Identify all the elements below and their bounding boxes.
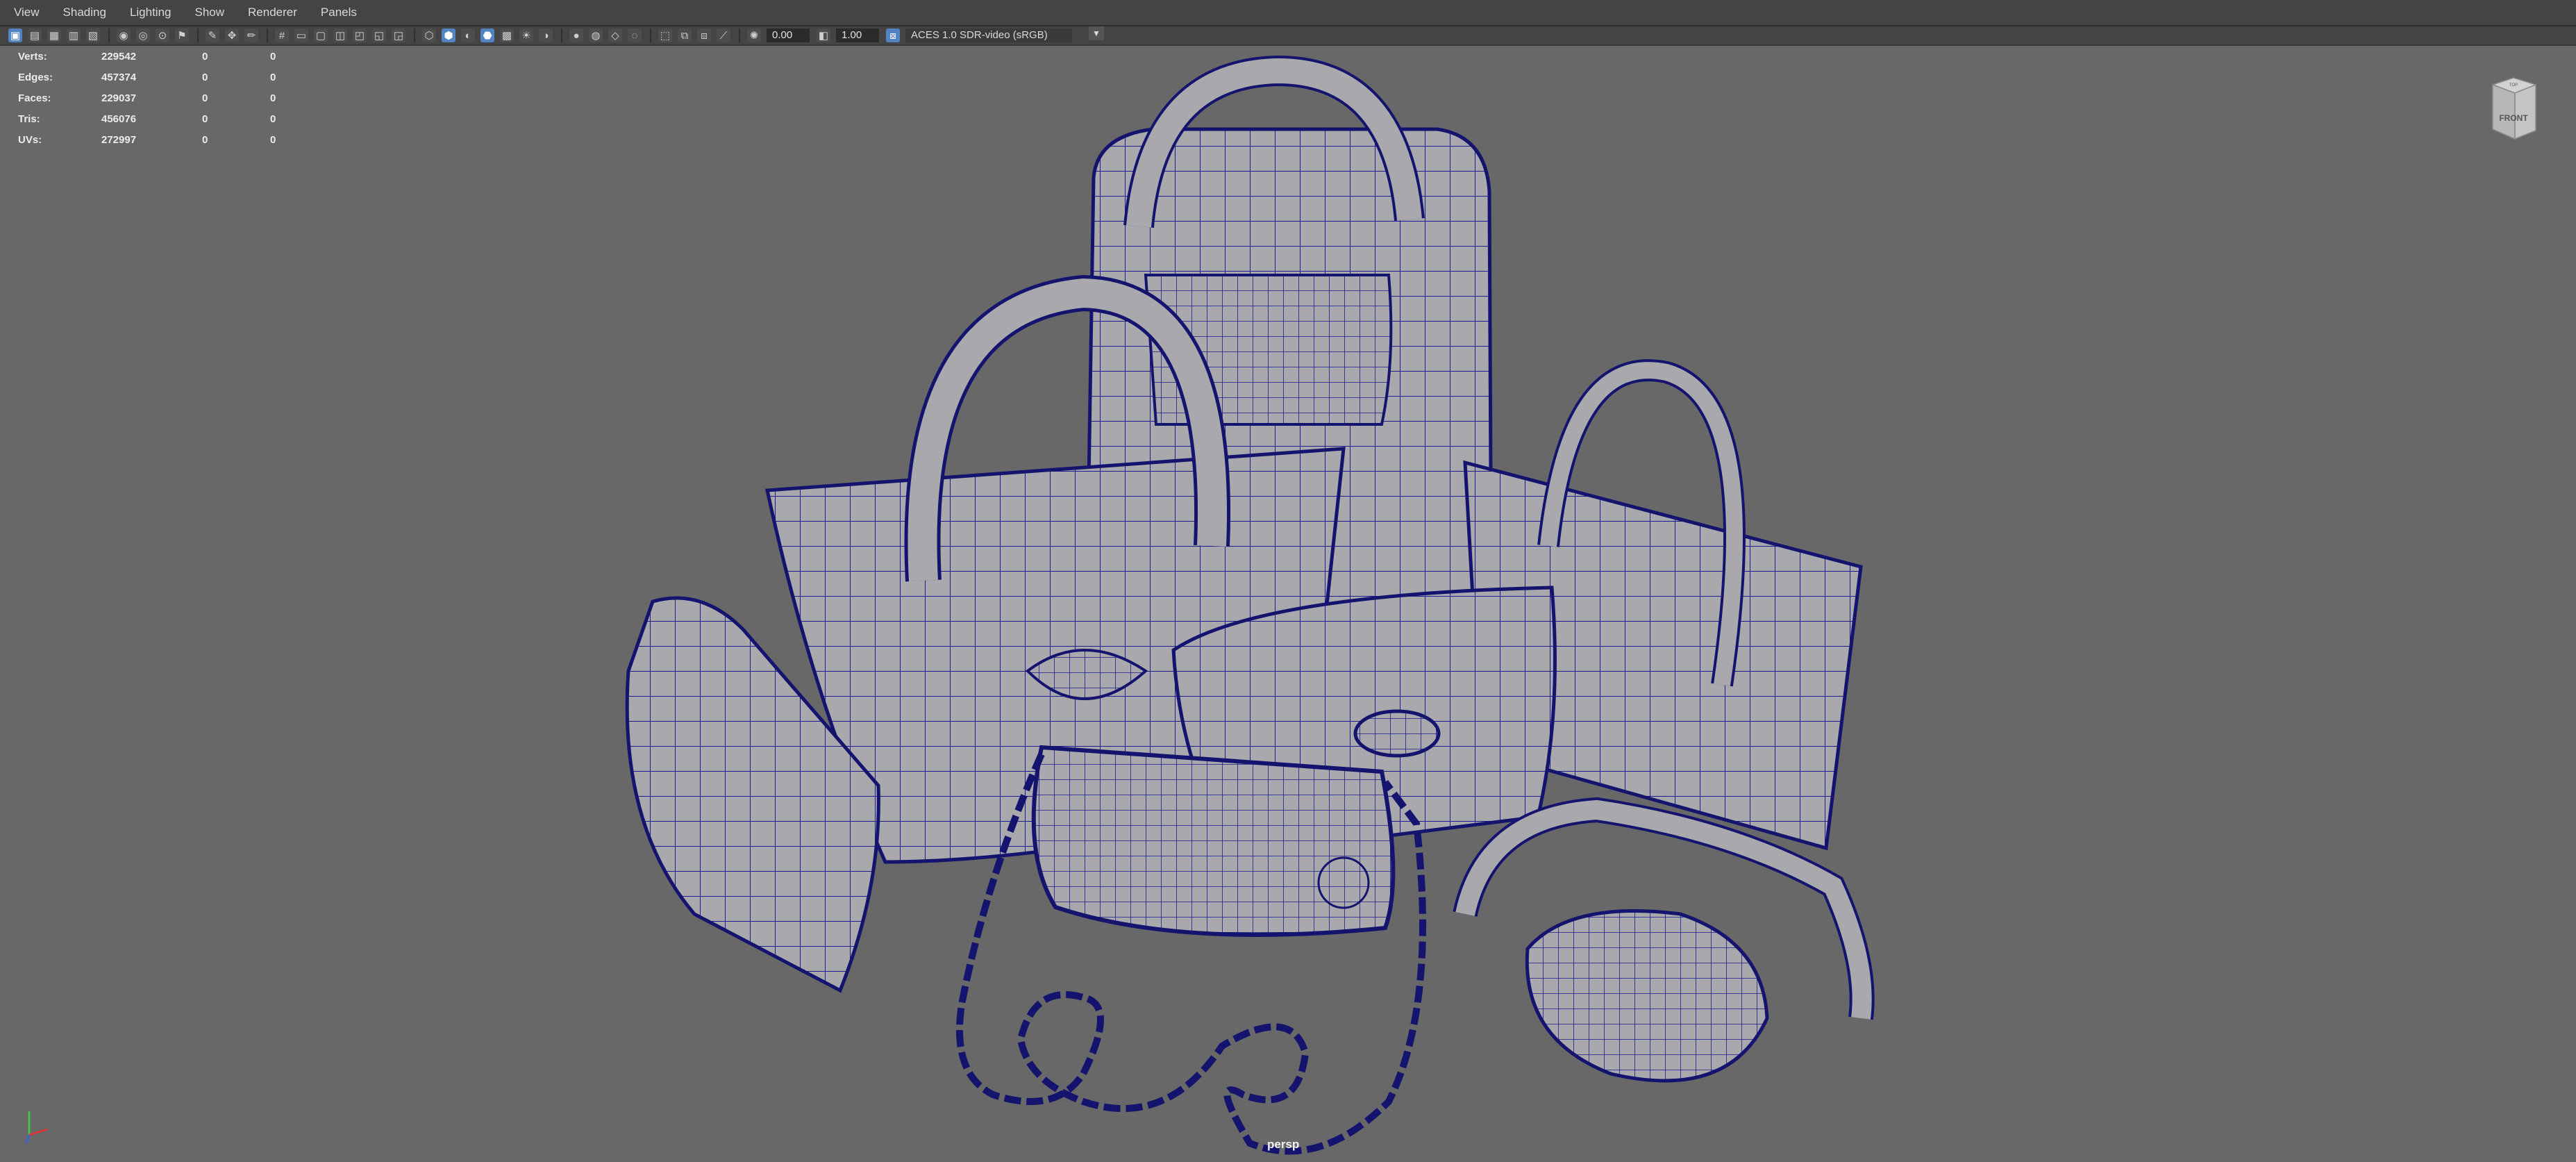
lights-icon[interactable]: ☀ [519,28,533,42]
resolution-gate-icon[interactable]: ▢ [314,28,328,42]
wireframe-icon[interactable]: ⬡ [422,28,436,42]
view-cube[interactable]: TOP FRONT [2486,75,2541,142]
camera-icon[interactable]: ◉ [117,28,131,42]
panel-toolbar: ▣ ▤ ▦ ▥ ▧ ◉ ◎ ⊙ ⚑ ✎ ✥ ✏ # ▭ ▢ ◫ ◰ ◱ ◲ ⬡ … [0,26,2576,46]
menu-lighting[interactable]: Lighting [130,6,172,19]
hud-value: 272997 [101,133,137,146]
hud-value: 0 [202,71,208,83]
bookmarks-icon[interactable]: ▥ [67,28,81,42]
hud-value: 0 [270,113,276,125]
smooth-shade-icon[interactable]: ⬢ [442,28,455,42]
toolbar-divider [267,28,268,42]
hud-row-tris: Tris: 456076 0 0 [18,108,298,129]
hud-value: 229542 [101,50,137,63]
bookmark-icon[interactable]: ⚑ [175,28,189,42]
hud-value: 229037 [101,92,137,104]
scene-geometry [625,55,1875,1155]
hud-value: 0 [202,133,208,146]
toolbar-divider [108,28,110,42]
camera-attributes-icon[interactable]: ▦ [47,28,61,42]
hud-row-verts: Verts: 229542 0 0 [18,46,298,67]
toolbar-divider [197,28,199,42]
select-camera-icon[interactable]: ▣ [8,28,22,42]
hud-value: 457374 [101,71,137,83]
grid-icon[interactable]: # [275,28,289,42]
hud-label: Verts: [18,50,47,63]
menu-show[interactable]: Show [195,6,225,19]
multisample-aa-icon[interactable]: ◇ [608,28,622,42]
hud-label: Edges: [18,71,53,83]
toolbar-divider [414,28,415,42]
menu-renderer[interactable]: Renderer [248,6,297,19]
gamma-field[interactable]: 1.00 [836,28,879,42]
screen-space-ao-icon[interactable]: ● [569,28,583,42]
view-cube-front-label: FRONT [2499,113,2528,123]
exposure-field[interactable]: 0.00 [767,28,810,42]
tumble-camera-icon[interactable]: ⊙ [156,28,169,42]
gamma-icon[interactable]: ◧ [817,28,830,42]
image-plane-icon[interactable]: ▧ [86,28,100,42]
gate-mask-icon[interactable]: ◫ [333,28,347,42]
camera-name-label: persp [1267,1138,1300,1151]
chevron-down-icon[interactable]: ▼ [1089,26,1104,40]
safe-action-icon[interactable]: ◱ [372,28,386,42]
hud-value: 0 [270,133,276,146]
view-cube-front-face[interactable] [2514,83,2536,140]
motion-blur-icon[interactable]: ◍ [589,28,603,42]
z-axis-icon [25,1134,31,1144]
menu-shading[interactable]: Shading [63,6,106,19]
textured-icon[interactable]: ▩ [500,28,514,42]
toolbar-divider [561,28,562,42]
hud-value: 456076 [101,113,137,125]
view-transform-dropdown[interactable]: ACES 1.0 SDR-video (sRGB) [905,28,1072,42]
toolbar-divider [650,28,651,42]
xray-icon[interactable]: ⧉ [678,28,692,42]
hud-value: 0 [202,92,208,104]
isolate-select-icon[interactable]: ⬚ [658,28,672,42]
xray-active-components-icon[interactable]: ⧈ [697,28,711,42]
hud-value: 0 [202,50,208,63]
2d-pan-zoom-icon[interactable]: ✥ [225,28,239,42]
poly-count-hud: Verts: 229542 0 0 Edges: 457374 0 0 Face… [18,46,298,150]
field-chart-icon[interactable]: ◰ [353,28,367,42]
axis-gizmo [25,1111,48,1144]
hud-row-faces: Faces: 229037 0 0 [18,88,298,108]
grease-pencil-icon[interactable]: ✎ [206,28,219,42]
toolbar-divider [739,28,740,42]
film-gate-icon[interactable]: ▭ [294,28,308,42]
pencil-icon[interactable]: ✏ [244,28,258,42]
hud-label: UVs: [18,133,42,146]
safe-title-icon[interactable]: ◲ [392,28,405,42]
film-camera-icon[interactable]: ◎ [136,28,150,42]
x-axis-icon [28,1128,48,1136]
hud-value: 0 [270,50,276,63]
depth-of-field-icon[interactable]: ◌ [628,28,642,42]
hud-value: 0 [270,71,276,83]
xray-joints-icon[interactable]: ⟋ [717,28,730,42]
hud-label: Tris: [18,113,40,125]
view-transform-label: ACES 1.0 SDR-video (sRGB) [911,29,1048,41]
view-cube-left-face[interactable] [2492,83,2516,140]
menu-view[interactable]: View [14,6,40,19]
exposure-icon[interactable]: ✺ [747,28,761,42]
hud-value: 0 [270,92,276,104]
view-transform-icon[interactable]: ⧇ [886,28,900,42]
wireframe-on-shaded-icon[interactable]: ⬣ [480,28,494,42]
hud-row-uvs: UVs: 272997 0 0 [18,129,298,150]
menu-panels[interactable]: Panels [321,6,357,19]
hud-label: Faces: [18,92,51,104]
lock-camera-icon[interactable]: ▤ [28,28,42,42]
view-cube-top-label: TOP [2509,83,2518,88]
shadows-icon[interactable]: ◑ [539,28,553,42]
viewport-menu-bar: View Shading Lighting Show Renderer Pane… [0,0,2576,26]
belt-bag-model[interactable] [1453,797,1875,1083]
hud-row-edges: Edges: 457374 0 0 [18,67,298,88]
use-default-material-icon[interactable]: ◐ [461,28,475,42]
hud-value: 0 [202,113,208,125]
